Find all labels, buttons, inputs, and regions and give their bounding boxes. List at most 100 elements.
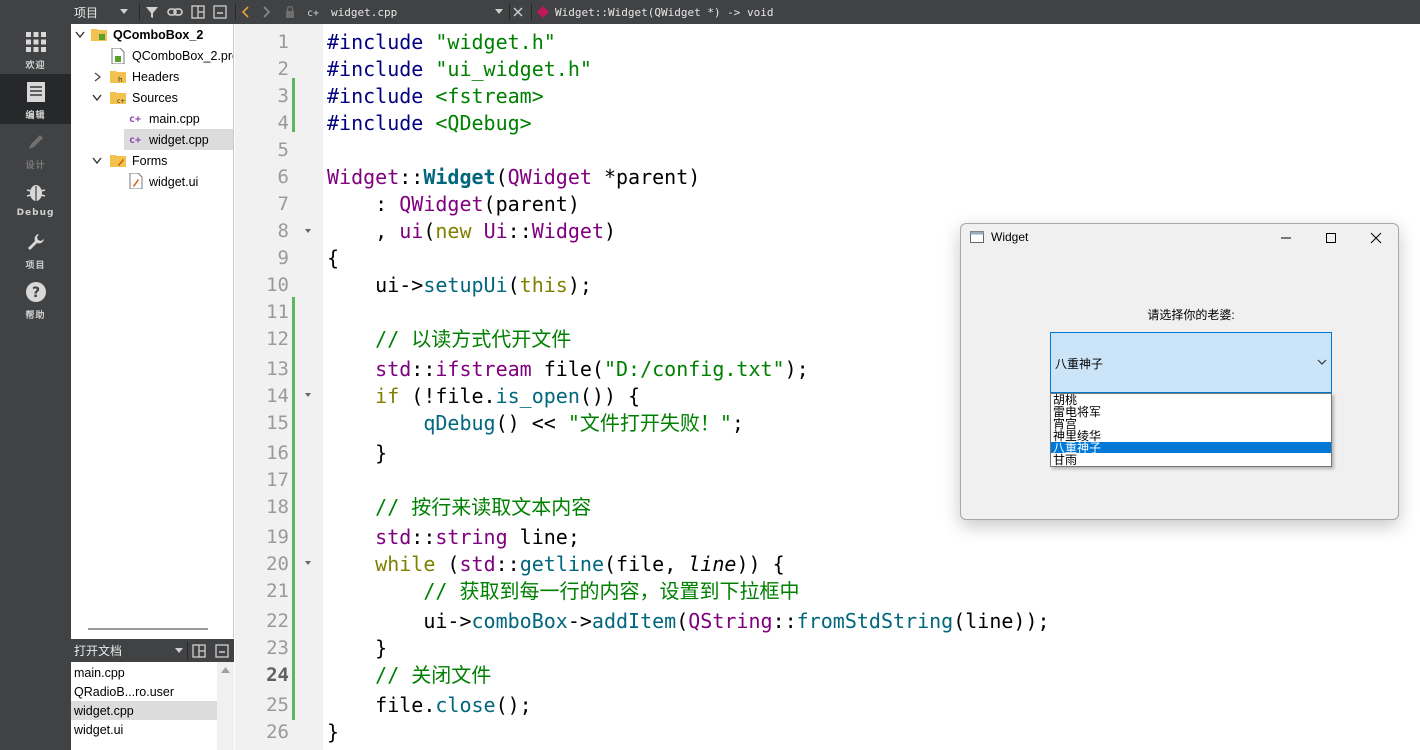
filter-button[interactable] [145, 0, 161, 24]
line-number[interactable]: 16 [235, 440, 289, 467]
chevron-left-icon [241, 6, 249, 18]
code-line[interactable]: : QWidget(parent) [327, 191, 580, 218]
file-selector[interactable]: c+ widget.cpp [307, 0, 507, 24]
close-window-button[interactable] [1353, 224, 1399, 252]
scroll-up-arrow-icon[interactable] [221, 667, 230, 673]
code-line[interactable]: std::string line; [327, 524, 580, 551]
line-number[interactable]: 14 [235, 383, 289, 410]
open-doc-item[interactable]: QRadioB...ro.user [71, 682, 217, 701]
code-line[interactable]: { [327, 245, 339, 272]
line-number[interactable]: 21 [235, 578, 289, 605]
window-titlebar[interactable]: Widget [961, 224, 1398, 252]
line-number[interactable]: 25 [235, 692, 289, 719]
code-line[interactable]: #include <fstream> [327, 83, 544, 110]
open-doc-item[interactable]: widget.ui [71, 720, 217, 739]
code-line[interactable]: ui->comboBox->addItem(QString::fromStdSt… [327, 608, 1049, 635]
top-toolbar: 项目 c+ widget.cpp Widget::Widget(QWidget … [71, 0, 1420, 24]
line-number[interactable]: 4 [235, 110, 289, 137]
fold-arrow-icon[interactable] [303, 226, 313, 236]
line-number[interactable]: 17 [235, 467, 289, 494]
line-number[interactable]: 6 [235, 164, 289, 191]
symbol-selector-label: Widget::Widget(QWidget *) -> void [555, 5, 774, 19]
line-number[interactable]: 12 [235, 326, 289, 353]
wife-combobox[interactable]: 八重神子 [1050, 332, 1332, 393]
code-line[interactable]: } [327, 635, 387, 662]
code-line[interactable]: #include <QDebug> [327, 110, 532, 137]
combobox-option-selected[interactable]: 八重神子 [1051, 442, 1331, 454]
tree-item-pro-file[interactable]: QComboBox_2.pro [71, 45, 233, 66]
code-line[interactable]: #include "ui_widget.h" [327, 56, 592, 83]
line-number[interactable]: 18 [235, 494, 289, 521]
code-line[interactable]: if (!file.is_open()) { [327, 383, 640, 410]
code-line[interactable]: } [327, 440, 387, 467]
code-line[interactable]: file.close(); [327, 692, 532, 719]
line-number[interactable]: 26 [235, 719, 289, 746]
open-documents-scrollbar[interactable] [217, 662, 234, 750]
line-number[interactable]: 7 [235, 191, 289, 218]
tree-item-sources[interactable]: c+ Sources [71, 87, 233, 108]
tree-item-widget-cpp[interactable]: c+ widget.cpp [124, 129, 233, 150]
projects-view-selector[interactable]: 项目 [74, 0, 134, 24]
line-number[interactable]: 11 [235, 299, 289, 326]
code-line[interactable]: #include "widget.h" [327, 29, 556, 56]
sync-link-button[interactable] [167, 0, 183, 24]
tree-item-headers[interactable]: h Headers [71, 66, 233, 87]
combobox-option[interactable]: 甘雨 [1051, 454, 1331, 466]
mode-welcome[interactable]: 欢迎 [0, 24, 71, 74]
chevron-down-icon[interactable] [175, 648, 183, 654]
code-line[interactable]: // 按行来读取文本内容 [327, 494, 591, 521]
code-line[interactable]: // 获取到每一行的内容，设置到下拉框中 [327, 578, 799, 605]
line-number[interactable]: 9 [235, 245, 289, 272]
line-number[interactable]: 15 [235, 410, 289, 437]
tree-horizontal-scrollbar[interactable] [88, 628, 208, 630]
mode-help[interactable]: ? 帮助 [0, 274, 71, 324]
line-number[interactable]: 3 [235, 83, 289, 110]
fold-arrow-icon[interactable] [303, 558, 313, 568]
line-number[interactable]: 5 [235, 137, 289, 164]
code-line[interactable]: // 关闭文件 [327, 662, 491, 689]
line-number[interactable]: 2 [235, 56, 289, 83]
line-number[interactable]: 1 [235, 29, 289, 56]
mode-projects[interactable]: 项目 [0, 224, 71, 274]
split-button[interactable] [191, 0, 207, 24]
line-number[interactable]: 24 [235, 662, 289, 689]
line-number[interactable]: 8 [235, 218, 289, 245]
line-number[interactable]: 13 [235, 356, 289, 383]
tree-item-main-cpp[interactable]: c+ main.cpp [71, 108, 233, 129]
mode-edit[interactable]: 编辑 [0, 74, 71, 124]
back-button[interactable] [241, 0, 255, 24]
mode-design[interactable]: 设计 [0, 124, 71, 174]
code-line[interactable]: std::ifstream file("D:/config.txt"); [327, 356, 809, 383]
line-number[interactable]: 19 [235, 524, 289, 551]
maximize-button[interactable] [1308, 224, 1354, 252]
tree-item-forms[interactable]: Forms [71, 150, 233, 171]
code-line[interactable]: qDebug() << "文件打开失败！"; [327, 410, 744, 437]
file-selector-label: widget.cpp [331, 5, 398, 19]
tree-item-widget-ui[interactable]: widget.ui [71, 171, 233, 192]
open-doc-item[interactable]: main.cpp [71, 663, 217, 682]
code-line[interactable]: , ui(new Ui::Widget) [327, 218, 616, 245]
code-line[interactable]: ui->setupUi(this); [327, 272, 592, 299]
code-line[interactable]: } [327, 719, 339, 746]
minimize-button[interactable] [1263, 224, 1309, 252]
code-line[interactable]: Widget::Widget(QWidget *parent) [327, 164, 700, 191]
line-number[interactable]: 10 [235, 272, 289, 299]
tree-item-project[interactable]: QComboBox_2 [71, 24, 233, 45]
line-number[interactable]: 20 [235, 551, 289, 578]
close-pane-button[interactable] [213, 0, 229, 24]
line-number[interactable]: 23 [235, 635, 289, 662]
forward-button[interactable] [263, 0, 277, 24]
open-doc-item[interactable]: widget.cpp [71, 701, 217, 720]
code-line[interactable]: while (std::getline(file, line)) { [327, 551, 784, 578]
fold-arrow-icon[interactable] [303, 390, 313, 400]
code-line[interactable]: // 以读方式代开文件 [327, 326, 571, 353]
combobox-option[interactable]: 雷电将军 [1051, 406, 1331, 418]
close-document-button[interactable] [513, 0, 527, 24]
line-number[interactable]: 22 [235, 608, 289, 635]
open-documents-title: 打开文档 [74, 644, 123, 658]
expand-arrow-icon [92, 156, 102, 166]
symbol-selector[interactable]: Widget::Widget(QWidget *) -> void [537, 0, 857, 24]
split-icon[interactable] [192, 644, 206, 658]
mode-debug[interactable]: Debug [0, 174, 71, 224]
close-pane-icon[interactable] [215, 644, 229, 658]
